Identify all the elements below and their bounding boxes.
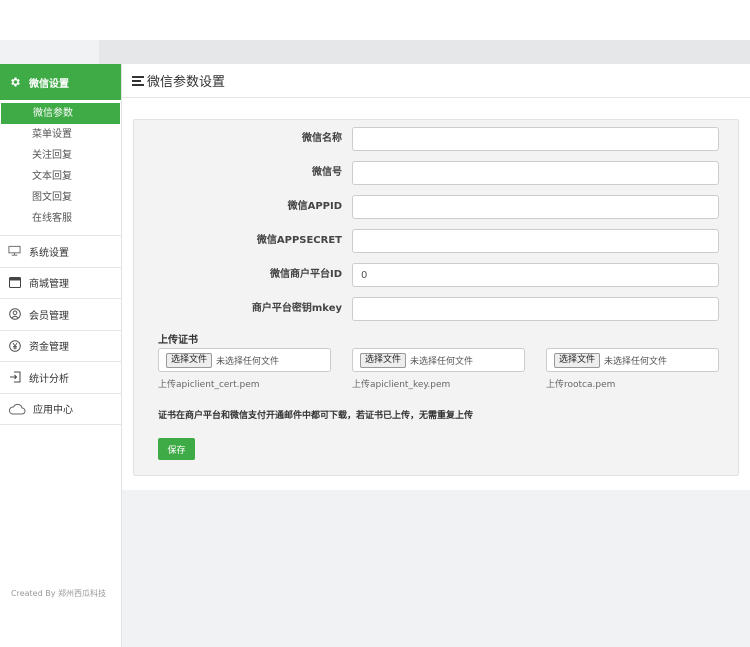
field-label: 微信商户平台ID (269, 269, 342, 280)
monitor-icon (8, 245, 21, 258)
field-label: 微信APPID (287, 201, 342, 212)
sidebar-item-wechat-params[interactable]: 微信参数 (1, 103, 120, 124)
gear-icon (8, 76, 21, 89)
form-row-appid: 微信APPID (134, 195, 740, 219)
list-icon (132, 75, 144, 87)
field-label: 微信APPSECRET (256, 235, 342, 246)
choose-file-button[interactable]: 选择文件 (166, 352, 213, 368)
cert-section-title: 上传证书 (158, 335, 198, 346)
sidebar-group-label: 应用中心 (33, 405, 73, 417)
sidebar-item-menu-settings[interactable]: 菜单设置 (0, 124, 121, 145)
file-status: 未选择任何文件 (410, 356, 474, 367)
rootca-file-input[interactable]: 选择文件 未选择任何文件 (546, 348, 719, 372)
wechat-name-input[interactable] (352, 127, 719, 151)
cert-file-input[interactable]: 选择文件 未选择任何文件 (158, 348, 331, 372)
sidebar-item-text-reply[interactable]: 文本回复 (0, 166, 121, 187)
field-label: 商户平台密钥mkey (251, 303, 342, 314)
file-status: 未选择任何文件 (216, 356, 280, 367)
sidebar-group-mall[interactable]: 商城管理 (0, 268, 121, 299)
wechat-id-input[interactable] (352, 161, 719, 185)
key-file-hint: 上传apiclient_key.pem (352, 380, 451, 390)
sidebar-group-label: 会员管理 (29, 310, 69, 322)
settings-form: 微信名称 微信号 微信APPID 微信APPSECRET 微信商户平台ID 商户… (133, 119, 739, 476)
cert-file-hint: 上传apiclient_cert.pem (158, 380, 260, 390)
sidebar-item-news-reply[interactable]: 图文回复 (0, 187, 121, 208)
credit-text: Created By 郑州西瓜科技 (11, 589, 106, 598)
sidebar-group-label: 商城管理 (29, 279, 69, 291)
sidebar-group-label: 统计分析 (29, 373, 69, 385)
yen-circle-icon (8, 339, 21, 352)
sidebar: 微信设置 微信参数 菜单设置 关注回复 文本回复 图文回复 在线客服 系统设置 … (0, 64, 122, 647)
appsecret-input[interactable] (352, 229, 719, 253)
page-title: 微信参数设置 (147, 75, 226, 90)
sidebar-group-system[interactable]: 系统设置 (0, 236, 121, 268)
merchant-id-input[interactable] (352, 263, 719, 287)
sidebar-section-label: 微信设置 (29, 78, 69, 90)
sidebar-group-stats[interactable]: 统计分析 (0, 362, 121, 394)
sidebar-subnav: 微信参数 菜单设置 关注回复 文本回复 图文回复 在线客服 (0, 100, 121, 236)
top-strip (0, 40, 750, 64)
cert-notice: 证书在商户平台和微信支付开通邮件中都可下载，若证书已上传，无需重复上传 (158, 411, 474, 421)
field-label: 微信号 (312, 167, 342, 178)
sidebar-section-wechat[interactable]: 微信设置 (0, 64, 121, 100)
form-row-appsecret: 微信APPSECRET (134, 229, 740, 253)
key-file-input[interactable]: 选择文件 未选择任何文件 (352, 348, 525, 372)
top-bar (0, 0, 750, 40)
sidebar-item-online-service[interactable]: 在线客服 (0, 208, 121, 229)
rootca-file-hint: 上传rootca.pem (546, 380, 616, 390)
merchant-key-input[interactable] (352, 297, 719, 321)
save-button[interactable]: 保存 (158, 438, 195, 460)
sidebar-group-funds[interactable]: 资金管理 (0, 331, 121, 362)
sign-in-icon (8, 371, 21, 384)
field-label: 微信名称 (302, 133, 342, 144)
form-row-wechat-name: 微信名称 (134, 127, 740, 151)
sidebar-group-apps[interactable]: 应用中心 (0, 394, 121, 425)
sidebar-group-label: 系统设置 (29, 247, 69, 259)
cloud-icon (8, 402, 26, 415)
card-icon (8, 276, 21, 289)
file-status: 未选择任何文件 (604, 356, 668, 367)
main-content: 微信参数设置 微信名称 微信号 微信APPID 微信APPSECRET 微信商户… (122, 64, 750, 647)
sidebar-group-label: 资金管理 (29, 342, 69, 354)
sidebar-item-follow-reply[interactable]: 关注回复 (0, 145, 121, 166)
page-header: 微信参数设置 (122, 64, 750, 98)
user-circle-icon (8, 308, 21, 321)
form-row-wechat-id: 微信号 (134, 161, 740, 185)
choose-file-button[interactable]: 选择文件 (554, 352, 601, 368)
form-row-merchant-id: 微信商户平台ID (134, 263, 740, 287)
choose-file-button[interactable]: 选择文件 (360, 352, 407, 368)
sidebar-group-member[interactable]: 会员管理 (0, 299, 121, 331)
appid-input[interactable] (352, 195, 719, 219)
form-row-merchant-key: 商户平台密钥mkey (134, 297, 740, 321)
